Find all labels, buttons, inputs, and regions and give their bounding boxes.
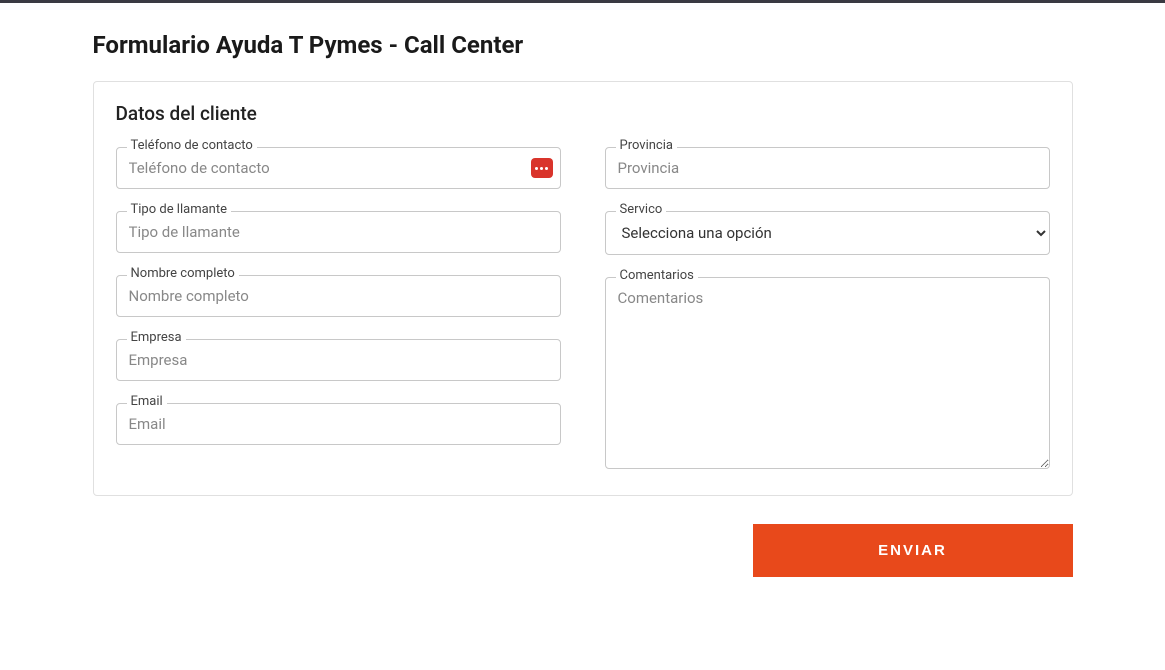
label-tipo-llamante: Tipo de llamante	[127, 202, 232, 217]
form-container: Formulario Ayuda T Pymes - Call Center D…	[73, 31, 1093, 577]
label-comentarios: Comentarios	[616, 268, 698, 283]
lastpass-icon[interactable]	[531, 158, 553, 178]
select-servicio[interactable]: Selecciona una opción	[605, 211, 1050, 255]
field-nombre: Nombre completo	[116, 275, 561, 317]
label-empresa: Empresa	[127, 330, 186, 345]
input-provincia[interactable]	[605, 147, 1050, 189]
field-email: Email	[116, 403, 561, 445]
form-col-left: Teléfono de contacto Tipo de llamante No…	[116, 147, 561, 469]
field-telefono: Teléfono de contacto	[116, 147, 561, 189]
form-grid: Teléfono de contacto Tipo de llamante No…	[116, 147, 1050, 469]
input-nombre[interactable]	[116, 275, 561, 317]
input-tipo-llamante[interactable]	[116, 211, 561, 253]
textarea-comentarios[interactable]	[605, 277, 1050, 469]
field-empresa: Empresa	[116, 339, 561, 381]
label-email: Email	[127, 394, 167, 409]
field-servicio: Servico Selecciona una opción	[605, 211, 1050, 255]
input-empresa[interactable]	[116, 339, 561, 381]
input-telefono[interactable]	[116, 147, 561, 189]
submit-button[interactable]: ENVIAR	[753, 524, 1073, 577]
client-data-card: Datos del cliente Teléfono de contacto T…	[93, 81, 1073, 496]
input-email[interactable]	[116, 403, 561, 445]
field-provincia: Provincia	[605, 147, 1050, 189]
label-provincia: Provincia	[616, 138, 677, 153]
field-tipo-llamante: Tipo de llamante	[116, 211, 561, 253]
actions-row: ENVIAR	[93, 524, 1073, 577]
label-nombre: Nombre completo	[127, 266, 239, 281]
top-bar	[0, 0, 1165, 3]
field-comentarios: Comentarios	[605, 277, 1050, 469]
label-servicio: Servico	[616, 202, 667, 217]
label-telefono: Teléfono de contacto	[127, 138, 257, 153]
page-title: Formulario Ayuda T Pymes - Call Center	[93, 31, 1073, 59]
form-col-right: Provincia Servico Selecciona una opción …	[605, 147, 1050, 469]
section-title: Datos del cliente	[116, 102, 1050, 125]
